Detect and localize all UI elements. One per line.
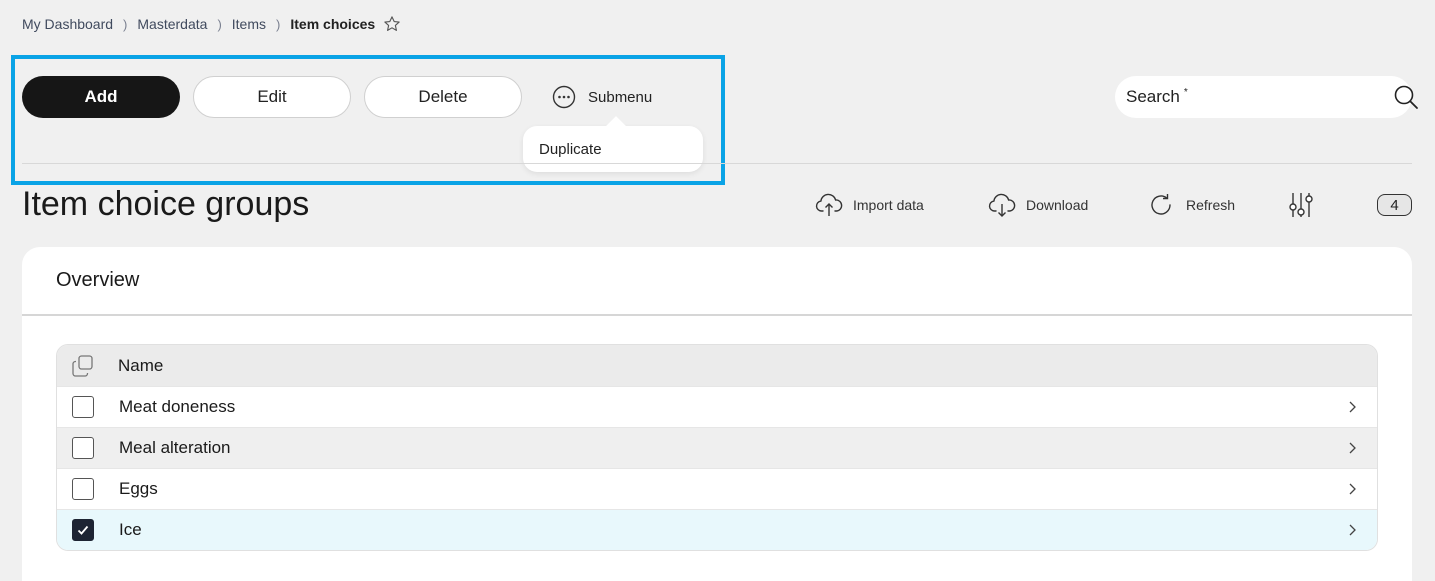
breadcrumb-current: Item choices	[290, 16, 376, 32]
download-button[interactable]: Download	[988, 192, 1088, 218]
delete-button[interactable]: Delete	[364, 76, 522, 118]
download-label: Download	[1026, 197, 1089, 213]
search-input[interactable]	[1193, 76, 1393, 118]
breadcrumb-items[interactable]: Items	[232, 16, 266, 32]
chevron-right-icon[interactable]	[1345, 400, 1359, 414]
menu-item-duplicate[interactable]: Duplicate	[539, 141, 602, 158]
card-title: Overview	[56, 269, 140, 291]
overview-card: Overview Name Meat doneness Meal alterat…	[22, 247, 1412, 581]
more-options-icon	[552, 85, 576, 109]
row-name: Meat doneness	[119, 397, 236, 416]
table-row[interactable]: Meat doneness	[57, 386, 1377, 427]
table-header-row: Name	[57, 345, 1377, 386]
chevron-right-icon[interactable]	[1345, 523, 1359, 537]
refresh-label: Refresh	[1186, 197, 1236, 213]
favorite-star-icon[interactable]	[383, 15, 401, 33]
breadcrumb-separator: )	[217, 16, 222, 32]
table-row[interactable]: Meal alteration	[57, 427, 1377, 468]
card-divider	[22, 314, 1412, 316]
sliders-icon	[1288, 192, 1316, 218]
breadcrumb-separator: )	[276, 16, 281, 32]
submenu-dropdown: Duplicate	[523, 126, 703, 172]
column-header-name[interactable]: Name	[118, 356, 1377, 376]
page-title: Item choice groups	[22, 185, 310, 223]
breadcrumb-my-dashboard[interactable]: My Dashboard	[22, 16, 113, 32]
toolbar-divider	[22, 163, 1412, 164]
submenu-label: Submenu	[588, 88, 653, 106]
item-choices-table: Name Meat doneness Meal alteration Eggs	[56, 344, 1378, 551]
row-checkbox-checked[interactable]	[72, 519, 94, 541]
search-label: Search *	[1126, 87, 1188, 106]
cloud-download-icon	[988, 192, 1016, 218]
breadcrumb: My Dashboard ) Masterdata ) Items ) Item…	[22, 14, 401, 34]
breadcrumb-separator: )	[123, 16, 128, 32]
chevron-right-icon[interactable]	[1345, 441, 1359, 455]
refresh-icon	[1148, 192, 1176, 218]
row-name: Eggs	[119, 479, 158, 498]
search-icon[interactable]	[1393, 84, 1419, 110]
refresh-button[interactable]: Refresh	[1148, 192, 1235, 218]
table-row-selected[interactable]: Ice	[57, 509, 1377, 550]
chevron-right-icon[interactable]	[1345, 482, 1359, 496]
select-all-icon[interactable]	[71, 354, 95, 378]
import-data-button[interactable]: Import data	[815, 192, 924, 218]
breadcrumb-masterdata[interactable]: Masterdata	[137, 16, 207, 32]
search-box: Search *	[1115, 76, 1418, 118]
add-button[interactable]: Add	[22, 76, 180, 118]
submenu-button[interactable]: Submenu	[552, 84, 652, 110]
row-name: Meal alteration	[119, 438, 231, 457]
import-data-label: Import data	[853, 197, 924, 213]
row-checkbox[interactable]	[72, 437, 94, 459]
filter-settings-button[interactable]	[1288, 192, 1326, 218]
edit-button[interactable]: Edit	[193, 76, 351, 118]
cloud-upload-icon	[815, 192, 843, 218]
row-name: Ice	[119, 520, 142, 539]
row-checkbox[interactable]	[72, 478, 94, 500]
table-row[interactable]: Eggs	[57, 468, 1377, 509]
checkmark-icon	[77, 525, 89, 535]
count-badge: 4	[1377, 194, 1412, 216]
row-checkbox[interactable]	[72, 396, 94, 418]
